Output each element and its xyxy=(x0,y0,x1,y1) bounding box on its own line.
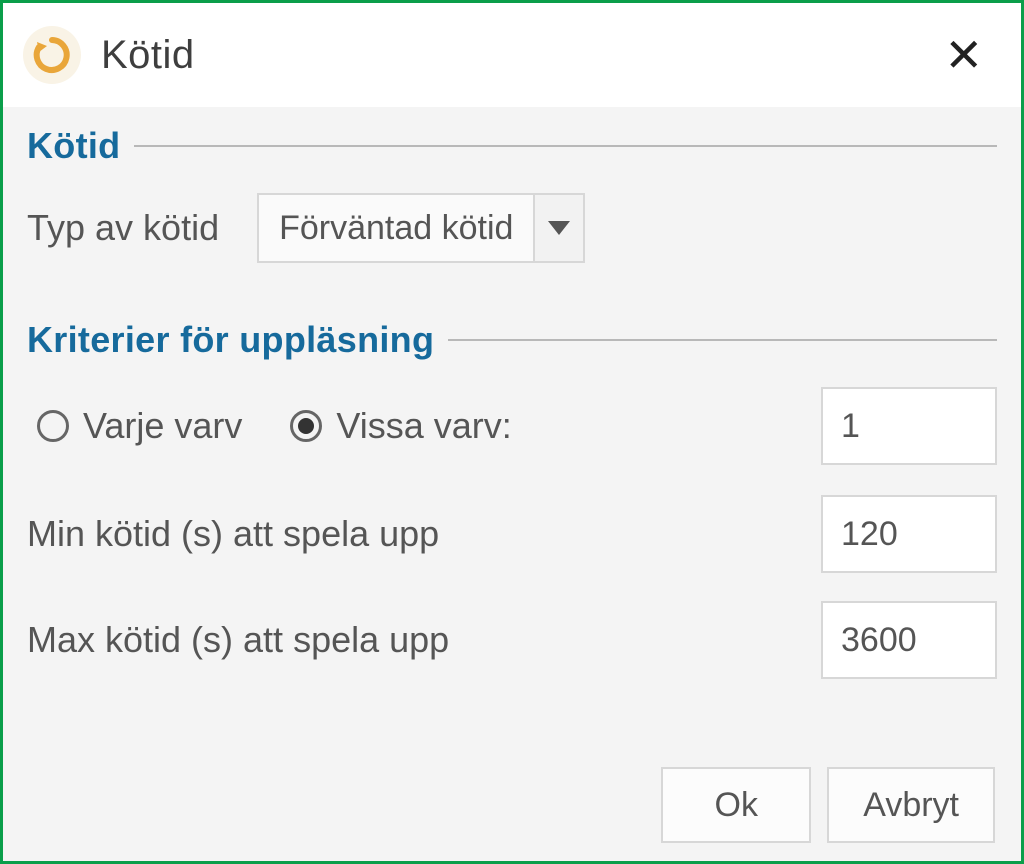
queue-time-type-value: Förväntad kötid xyxy=(259,195,533,261)
close-icon: ✕ xyxy=(944,29,983,81)
radio-every-turn-label: Varje varv xyxy=(83,405,242,447)
radio-icon xyxy=(290,410,322,442)
max-queue-time-input[interactable]: 3600 xyxy=(821,601,997,679)
section-rule xyxy=(134,145,997,147)
dialog-title: Kötid xyxy=(101,33,934,78)
section-rule xyxy=(448,339,997,341)
dialog-body: Kötid Typ av kötid Förväntad kötid Krite xyxy=(3,107,1021,861)
titlebar: Kötid ✕ xyxy=(3,3,1021,107)
ok-button[interactable]: Ok xyxy=(661,767,811,843)
chevron-down-icon xyxy=(548,221,570,235)
queue-time-type-label: Typ av kötid xyxy=(27,207,219,249)
app-icon xyxy=(23,26,81,84)
radio-dot-icon xyxy=(298,418,314,434)
radio-some-turns[interactable]: Vissa varv: xyxy=(290,405,511,447)
queue-time-dialog: Kötid ✕ Kötid Typ av kötid Förväntad köt… xyxy=(0,0,1024,864)
queue-time-type-combo[interactable]: Förväntad kötid xyxy=(257,193,585,263)
queue-time-type-row: Typ av kötid Förväntad kötid xyxy=(27,193,997,263)
cancel-button[interactable]: Avbryt xyxy=(827,767,995,843)
combo-dropdown-button[interactable] xyxy=(533,195,583,261)
section-header: Kriterier för uppläsning xyxy=(27,319,997,361)
some-turns-input[interactable]: 1 xyxy=(821,387,997,465)
section-title-queue-time: Kötid xyxy=(27,125,120,167)
radio-some-turns-label: Vissa varv: xyxy=(336,405,511,447)
max-queue-time-label: Max kötid (s) att spela upp xyxy=(27,619,821,661)
interval-radio-row: Varje varv Vissa varv: 1 xyxy=(27,387,997,465)
ok-button-label: Ok xyxy=(715,786,758,825)
cancel-button-label: Avbryt xyxy=(863,786,959,825)
min-queue-time-input[interactable]: 120 xyxy=(821,495,997,573)
max-queue-time-row: Max kötid (s) att spela upp 3600 xyxy=(27,601,997,679)
min-queue-time-label: Min kötid (s) att spela upp xyxy=(27,513,821,555)
min-queue-time-row: Min kötid (s) att spela upp 120 xyxy=(27,495,997,573)
radio-every-turn[interactable]: Varje varv xyxy=(37,405,242,447)
section-title-criteria: Kriterier för uppläsning xyxy=(27,319,434,361)
section-queue-time: Kötid Typ av kötid Förväntad kötid xyxy=(27,125,997,289)
dialog-footer: Ok Avbryt xyxy=(27,757,997,843)
section-criteria: Kriterier för uppläsning Varje varv Viss… xyxy=(27,319,997,707)
some-turns-value: 1 xyxy=(841,407,860,446)
radio-icon xyxy=(37,410,69,442)
close-button[interactable]: ✕ xyxy=(934,26,993,84)
max-queue-time-value: 3600 xyxy=(841,621,917,660)
section-header: Kötid xyxy=(27,125,997,167)
min-queue-time-value: 120 xyxy=(841,515,898,554)
